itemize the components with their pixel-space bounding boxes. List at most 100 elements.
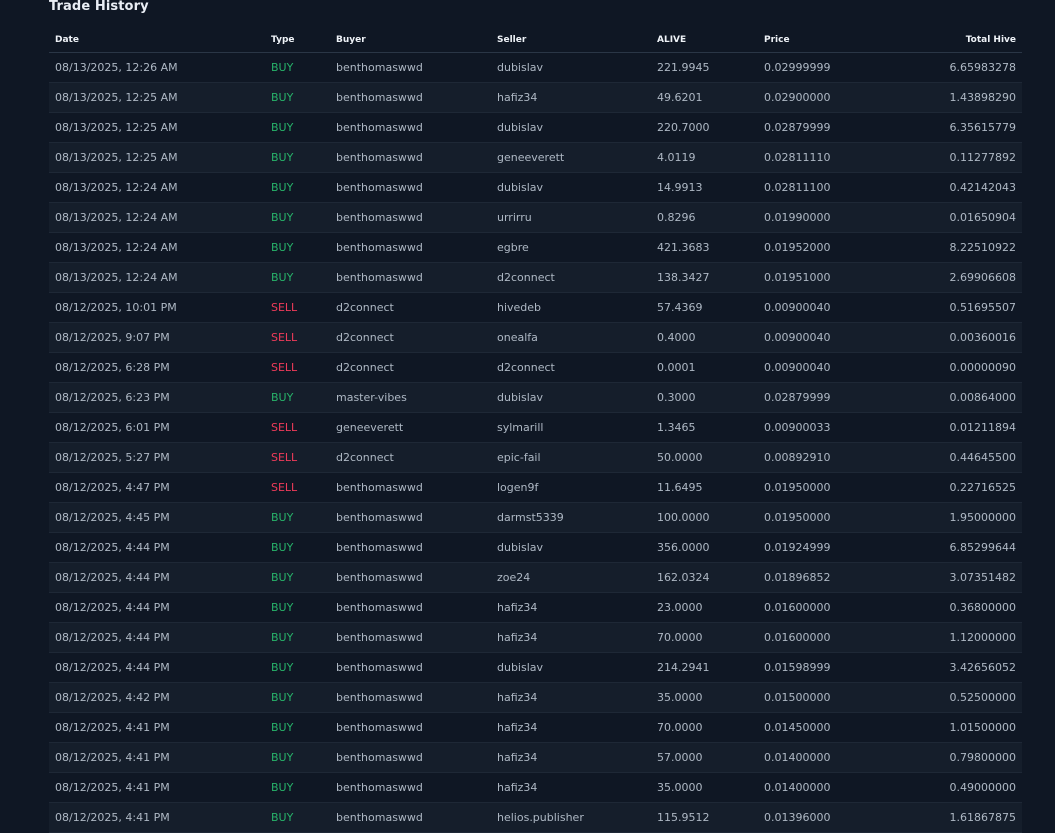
table-row[interactable]: 08/12/2025, 4:44 PM BUY benthomaswwd dubisl… xyxy=(49,652,1022,683)
buyer-cell[interactable]: benthomaswwd xyxy=(330,172,491,203)
price-cell: 0.01500000 xyxy=(758,682,868,713)
alive-cell: 11.6495 xyxy=(651,472,758,503)
buyer-cell[interactable]: benthomaswwd xyxy=(330,262,491,293)
column-header-total-hive[interactable]: Total Hive xyxy=(868,27,1022,53)
date-cell: 08/12/2025, 4:44 PM xyxy=(49,532,265,563)
alive-cell: 14.9913 xyxy=(651,172,758,203)
seller-cell[interactable]: hafiz34 xyxy=(491,592,651,623)
buyer-cell[interactable]: benthomaswwd xyxy=(330,712,491,743)
column-header-buyer[interactable]: Buyer xyxy=(330,27,491,53)
seller-cell[interactable]: urrirru xyxy=(491,202,651,233)
buyer-cell[interactable]: benthomaswwd xyxy=(330,82,491,113)
seller-cell[interactable]: dubislav xyxy=(491,52,651,83)
column-header-alive[interactable]: ALIVE xyxy=(651,27,758,53)
buyer-cell[interactable]: benthomaswwd xyxy=(330,502,491,533)
seller-cell[interactable]: dubislav xyxy=(491,112,651,143)
buyer-cell[interactable]: benthomaswwd xyxy=(330,622,491,653)
buyer-cell[interactable]: benthomaswwd xyxy=(330,112,491,143)
column-header-date[interactable]: Date xyxy=(49,27,265,53)
seller-cell[interactable]: geneeverett xyxy=(491,142,651,173)
table-row[interactable]: 08/12/2025, 4:44 PM BUY benthomaswwd dubisl… xyxy=(49,532,1022,563)
seller-cell[interactable]: hivedeb xyxy=(491,292,651,323)
buyer-cell[interactable]: benthomaswwd xyxy=(330,232,491,263)
seller-cell[interactable]: d2connect xyxy=(491,262,651,293)
seller-cell[interactable]: darmst5339 xyxy=(491,502,651,533)
alive-cell: 100.0000 xyxy=(651,502,758,533)
column-header-seller[interactable]: Seller xyxy=(491,27,651,53)
seller-cell[interactable]: dubislav xyxy=(491,652,651,683)
table-row[interactable]: 08/12/2025, 9:07 PM SELL d2connect onealfa 0… xyxy=(49,322,1022,353)
table-row[interactable]: 08/12/2025, 4:45 PM BUY benthomaswwd darmst… xyxy=(49,502,1022,533)
seller-cell[interactable]: epic-fail xyxy=(491,442,651,473)
buyer-cell[interactable]: master-vibes xyxy=(330,382,491,413)
buyer-cell[interactable]: benthomaswwd xyxy=(330,472,491,503)
table-row[interactable]: 08/13/2025, 12:25 AM BUY benthomaswwd dubis… xyxy=(49,112,1022,143)
table-row[interactable]: 08/12/2025, 4:41 PM BUY benthomaswwd hafiz3… xyxy=(49,742,1022,773)
table-row[interactable]: 08/12/2025, 6:23 PM BUY master-vibes dubisl… xyxy=(49,382,1022,413)
buyer-cell[interactable]: benthomaswwd xyxy=(330,52,491,83)
seller-cell[interactable]: hafiz34 xyxy=(491,772,651,803)
column-header-price[interactable]: Price xyxy=(758,27,868,53)
table-row[interactable]: 08/12/2025, 6:28 PM SELL d2connect d2connec… xyxy=(49,352,1022,383)
buyer-cell[interactable]: benthomaswwd xyxy=(330,562,491,593)
buyer-cell[interactable]: benthomaswwd xyxy=(330,142,491,173)
seller-cell[interactable]: hafiz34 xyxy=(491,682,651,713)
table-row[interactable]: 08/12/2025, 4:44 PM BUY benthomaswwd zoe24 1… xyxy=(49,562,1022,593)
column-header-type[interactable]: Type xyxy=(265,27,330,53)
buyer-cell[interactable]: benthomaswwd xyxy=(330,652,491,683)
table-row[interactable]: 08/12/2025, 4:44 PM BUY benthomaswwd hafiz3… xyxy=(49,592,1022,623)
date-cell: 08/13/2025, 12:24 AM xyxy=(49,262,265,293)
table-row[interactable]: 08/12/2025, 4:47 PM SELL benthomaswwd logen… xyxy=(49,472,1022,503)
table-row[interactable]: 08/12/2025, 6:01 PM SELL geneeverett sylmar… xyxy=(49,412,1022,443)
table-row[interactable]: 08/12/2025, 10:01 PM SELL d2connect hivedeb… xyxy=(49,292,1022,323)
alive-cell: 0.4000 xyxy=(651,322,758,353)
buyer-cell[interactable]: d2connect xyxy=(330,352,491,383)
table-row[interactable]: 08/13/2025, 12:25 AM BUY benthomaswwd genee… xyxy=(49,142,1022,173)
seller-cell[interactable]: hafiz34 xyxy=(491,82,651,113)
buyer-cell[interactable]: benthomaswwd xyxy=(330,532,491,563)
seller-cell[interactable]: dubislav xyxy=(491,382,651,413)
table-row[interactable]: 08/13/2025, 12:26 AM BUY benthomaswwd dubis… xyxy=(49,52,1022,83)
total-hive-cell: 3.07351482 xyxy=(868,562,1022,593)
buyer-cell[interactable]: benthomaswwd xyxy=(330,802,491,833)
buyer-cell[interactable]: d2connect xyxy=(330,322,491,353)
total-hive-cell: 2.69906608 xyxy=(868,262,1022,293)
buyer-cell[interactable]: benthomaswwd xyxy=(330,742,491,773)
total-hive-cell: 8.22510922 xyxy=(868,232,1022,263)
price-cell: 0.00900040 xyxy=(758,352,868,383)
table-row[interactable]: 08/13/2025, 12:24 AM BUY benthomaswwd dubis… xyxy=(49,172,1022,203)
table-row[interactable]: 08/12/2025, 4:41 PM BUY benthomaswwd helios… xyxy=(49,802,1022,833)
date-cell: 08/12/2025, 4:44 PM xyxy=(49,562,265,593)
seller-cell[interactable]: hafiz34 xyxy=(491,712,651,743)
seller-cell[interactable]: sylmarill xyxy=(491,412,651,443)
type-cell: BUY xyxy=(265,802,330,833)
buyer-cell[interactable]: d2connect xyxy=(330,292,491,323)
buyer-cell[interactable]: benthomaswwd xyxy=(330,682,491,713)
buyer-cell[interactable]: benthomaswwd xyxy=(330,592,491,623)
seller-cell[interactable]: onealfa xyxy=(491,322,651,353)
buyer-cell[interactable]: geneeverett xyxy=(330,412,491,443)
table-row[interactable]: 08/12/2025, 4:44 PM BUY benthomaswwd hafiz3… xyxy=(49,622,1022,653)
date-cell: 08/13/2025, 12:25 AM xyxy=(49,112,265,143)
table-row[interactable]: 08/12/2025, 4:41 PM BUY benthomaswwd hafiz3… xyxy=(49,712,1022,743)
buyer-cell[interactable]: benthomaswwd xyxy=(330,202,491,233)
table-row[interactable]: 08/12/2025, 4:41 PM BUY benthomaswwd hafiz3… xyxy=(49,772,1022,803)
seller-cell[interactable]: d2connect xyxy=(491,352,651,383)
alive-cell: 220.7000 xyxy=(651,112,758,143)
buyer-cell[interactable]: benthomaswwd xyxy=(330,772,491,803)
seller-cell[interactable]: hafiz34 xyxy=(491,622,651,653)
table-row[interactable]: 08/13/2025, 12:24 AM BUY benthomaswwd d2con… xyxy=(49,262,1022,293)
seller-cell[interactable]: logen9f xyxy=(491,472,651,503)
table-row[interactable]: 08/13/2025, 12:25 AM BUY benthomaswwd hafiz… xyxy=(49,82,1022,113)
seller-cell[interactable]: dubislav xyxy=(491,532,651,563)
seller-cell[interactable]: helios.publisher xyxy=(491,802,651,833)
seller-cell[interactable]: dubislav xyxy=(491,172,651,203)
table-row[interactable]: 08/12/2025, 4:42 PM BUY benthomaswwd hafiz3… xyxy=(49,682,1022,713)
buyer-cell[interactable]: d2connect xyxy=(330,442,491,473)
table-row[interactable]: 08/13/2025, 12:24 AM BUY benthomaswwd urrir… xyxy=(49,202,1022,233)
seller-cell[interactable]: egbre xyxy=(491,232,651,263)
seller-cell[interactable]: zoe24 xyxy=(491,562,651,593)
table-row[interactable]: 08/13/2025, 12:24 AM BUY benthomaswwd egbre… xyxy=(49,232,1022,263)
seller-cell[interactable]: hafiz34 xyxy=(491,742,651,773)
table-row[interactable]: 08/12/2025, 5:27 PM SELL d2connect epic-fai… xyxy=(49,442,1022,473)
